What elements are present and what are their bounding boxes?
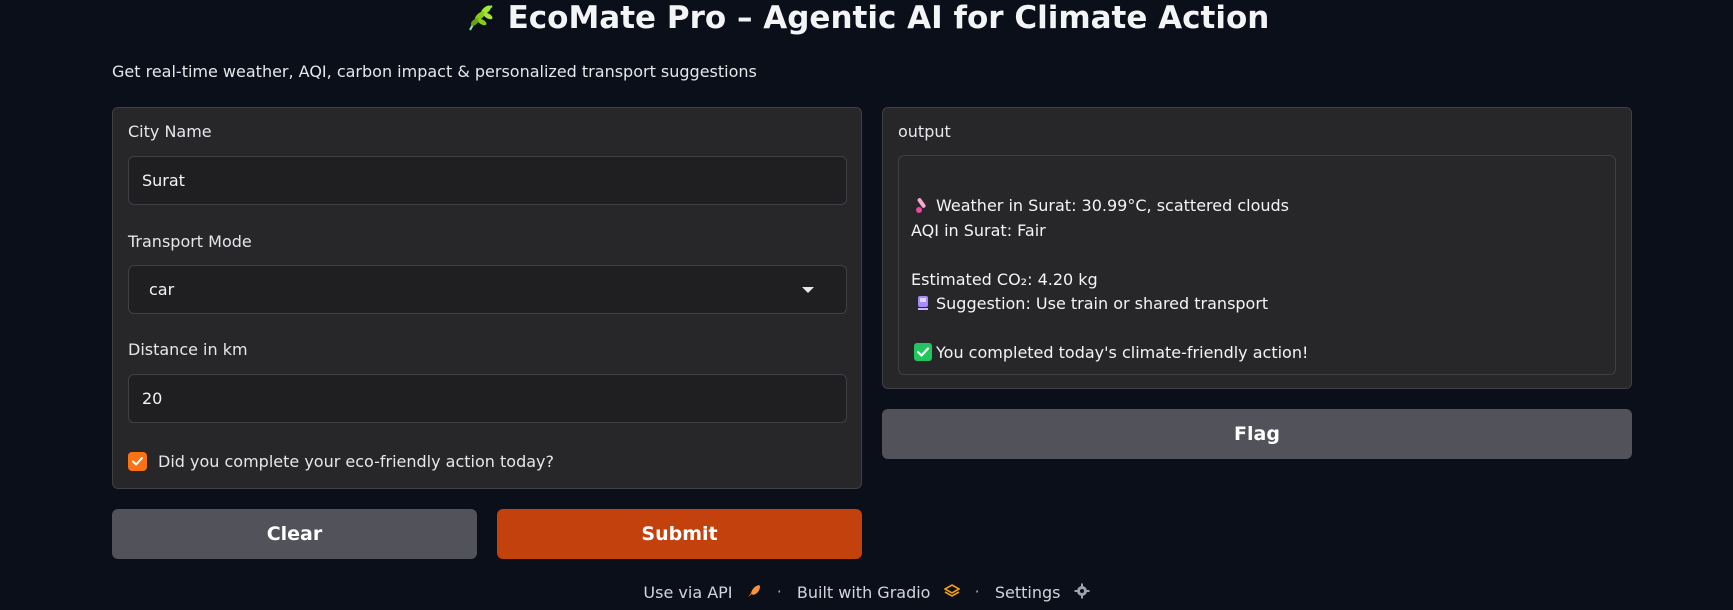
city-input-value: Surat	[142, 171, 185, 190]
flag-button[interactable]: Flag	[882, 409, 1632, 459]
train-icon	[918, 296, 928, 310]
separator: ·	[974, 582, 980, 601]
eco-action-checkbox[interactable]	[128, 452, 147, 471]
transport-dropdown[interactable]: car	[128, 265, 847, 314]
city-input[interactable]: Surat	[128, 156, 847, 205]
transport-label: Transport Mode	[128, 232, 252, 251]
gradio-logo-icon	[943, 583, 960, 597]
thermometer-icon	[916, 198, 926, 213]
page-title-text: EcoMate Pro – Agentic AI for Climate Act…	[507, 0, 1270, 36]
city-label: City Name	[128, 122, 212, 141]
input-panel: City Name Surat Transport Mode car Dista…	[112, 107, 862, 489]
suggestion-text: Suggestion: Use train or shared transpor…	[936, 294, 1269, 313]
aqi-text: AQI in Surat: Fair	[911, 220, 1046, 240]
checkmark-icon	[132, 457, 143, 466]
settings-link[interactable]: Settings	[995, 582, 1090, 602]
suggestion-line: Suggestion: Use train or shared transpor…	[911, 292, 1603, 317]
page-title: EcoMate Pro – Agentic AI for Climate Act…	[0, 0, 1733, 36]
use-via-api-link[interactable]: Use via API	[643, 582, 761, 602]
submit-button[interactable]: Submit	[497, 509, 862, 559]
distance-input-value: 20	[142, 389, 163, 408]
gear-icon	[1074, 583, 1090, 598]
footer: Use via API · Built with Gradio · Settin…	[0, 581, 1733, 602]
check-mark-button-icon	[914, 343, 932, 361]
leaf-icon	[468, 5, 493, 31]
clear-button[interactable]: Clear	[112, 509, 477, 559]
weather-line: Weather in Surat: 30.99°C, scattered clo…	[911, 194, 1603, 219]
co2-text: Estimated CO₂: 4.20 kg	[911, 269, 1098, 289]
transport-dropdown-value: car	[149, 280, 175, 299]
separator: ·	[776, 582, 782, 601]
output-textbox[interactable]: Weather in Surat: 30.99°C, scattered clo…	[898, 155, 1616, 375]
distance-input[interactable]: 20	[128, 374, 847, 423]
completed-line: You completed today's climate-friendly a…	[911, 341, 1603, 366]
output-label: output	[898, 122, 951, 141]
distance-label: Distance in km	[128, 340, 248, 359]
chevron-down-icon[interactable]	[802, 287, 814, 293]
weather-text: Weather in Surat: 30.99°C, scattered clo…	[936, 196, 1290, 215]
eco-action-label[interactable]: Did you complete your eco-friendly actio…	[158, 452, 554, 471]
completed-text: You completed today's climate-friendly a…	[936, 343, 1309, 362]
page-subtitle: Get real-time weather, AQI, carbon impac…	[112, 62, 757, 81]
built-with-gradio-link[interactable]: Built with Gradio	[797, 582, 960, 602]
rocket-icon	[747, 584, 760, 597]
